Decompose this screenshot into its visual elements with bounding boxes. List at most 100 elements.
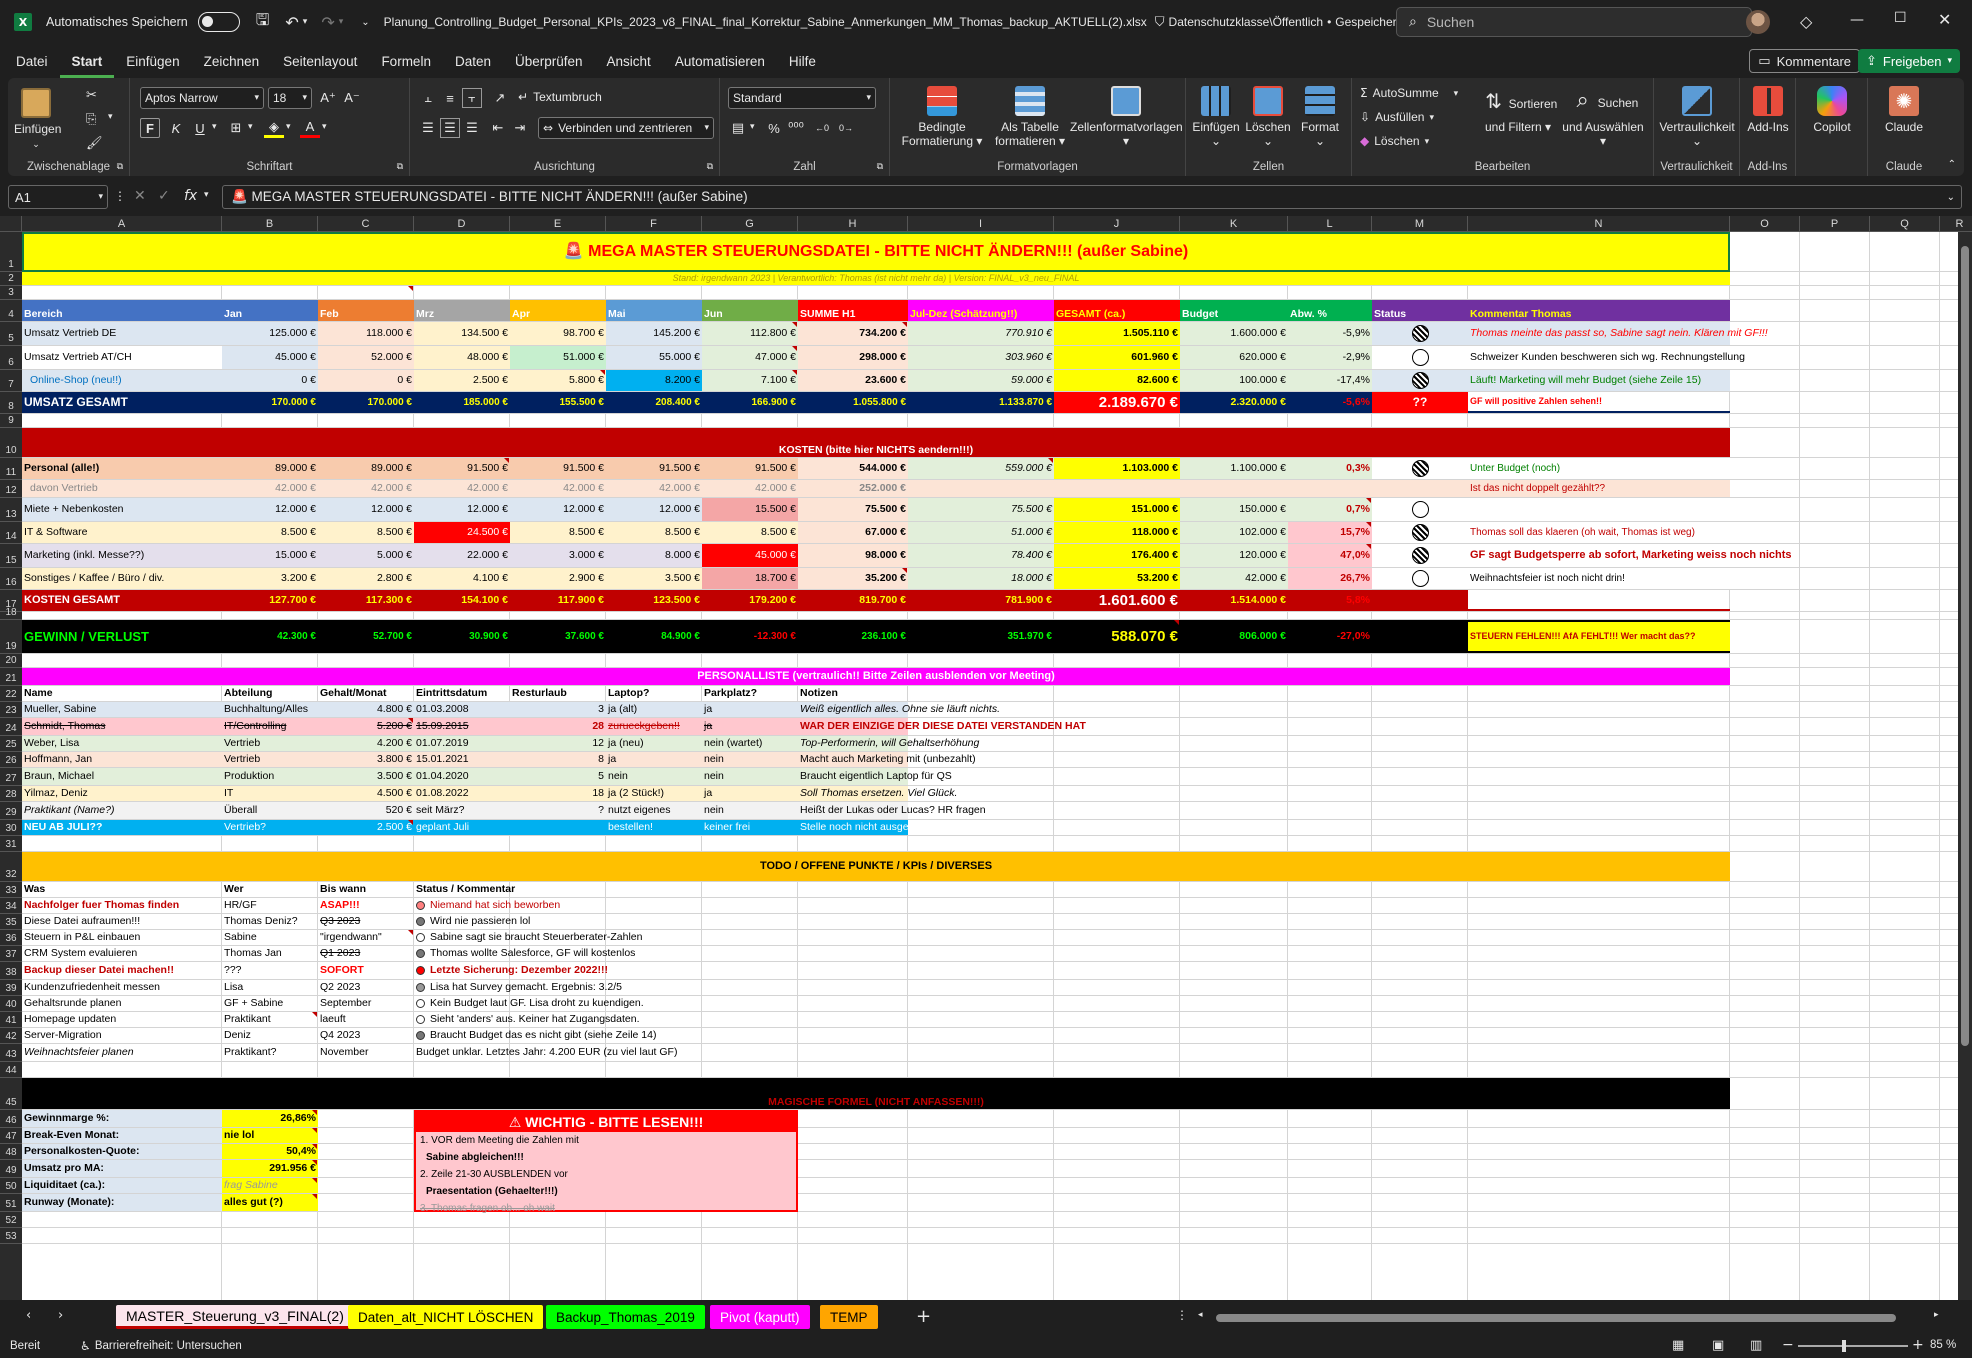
sheet-tab-backup-thomas[interactable]: Backup_Thomas_2019: [546, 1305, 705, 1329]
format-cells-button[interactable]: Format ⌄: [1294, 86, 1346, 148]
personal-cell[interactable]: nein (wartet): [702, 736, 798, 751]
sensitivity-button[interactable]: Vertraulichkeit ⌄: [1656, 86, 1738, 148]
borders-icon[interactable]: ⊞: [226, 118, 246, 138]
umsatz-total-comment[interactable]: GF will positive Zahlen sehen!!: [1468, 392, 1730, 413]
align-middle-icon[interactable]: ≡: [440, 88, 460, 108]
column-title[interactable]: Bereich: [22, 300, 222, 321]
personal-cell[interactable]: IT/Controlling: [222, 718, 318, 735]
saved-status[interactable]: Gespeichert: [1335, 15, 1400, 29]
dialog-launcher-icon[interactable]: ⧉: [117, 162, 123, 172]
month-value[interactable]: 8.500 €: [510, 522, 606, 543]
row-header[interactable]: 29: [0, 802, 22, 820]
scroll-left-icon[interactable]: ◂: [1198, 1310, 1203, 1320]
deviation-value[interactable]: 15,7%: [1288, 522, 1372, 543]
month-value[interactable]: 42.000 €: [414, 480, 510, 497]
row-header[interactable]: 6: [0, 346, 22, 370]
column-title[interactable]: Abw. %: [1288, 300, 1372, 321]
row-header[interactable]: 38: [0, 962, 22, 980]
total-value[interactable]: 118.000 €: [1054, 522, 1180, 543]
column-header[interactable]: J: [1054, 216, 1180, 232]
personal-cell[interactable]: ja: [702, 786, 798, 801]
gewinn-value[interactable]: 42.300 €: [222, 620, 318, 653]
personal-cell[interactable]: Heißt der Lukas oder Lucas? HR fragen: [798, 802, 986, 819]
column-title[interactable]: GESAMT (ca.): [1054, 300, 1180, 321]
month-value[interactable]: 0 €: [222, 370, 318, 391]
todo-deadline[interactable]: Q2 2023: [318, 980, 414, 995]
insert-function-icon[interactable]: fx: [184, 188, 197, 204]
comment-indicator[interactable]: [408, 286, 413, 291]
todo-owner[interactable]: GF + Sabine: [222, 996, 318, 1011]
copy-icon[interactable]: ⎘: [86, 112, 96, 127]
status-icon[interactable]: [1372, 544, 1468, 567]
underline-button[interactable]: U: [190, 118, 210, 138]
row-label[interactable]: Sonstiges / Kaffee / Büro / div.: [22, 568, 222, 589]
month-value[interactable]: 112.800 €: [702, 322, 798, 345]
menu-automatisieren[interactable]: Automatisieren: [663, 44, 777, 78]
align-top-icon[interactable]: ⫠: [418, 88, 438, 108]
dialog-launcher-icon[interactable]: ⧉: [397, 162, 403, 172]
personal-cell[interactable]: 4.200 €: [318, 736, 414, 751]
comment-cell[interactable]: Thomas soll das klaeren (oh wait, Thomas…: [1468, 522, 1730, 543]
month-value[interactable]: 45.000 €: [702, 544, 798, 567]
comment-indicator[interactable]: [792, 370, 797, 375]
kosten-total-comment[interactable]: [1468, 590, 1730, 611]
personal-column-title[interactable]: Eintrittsdatum: [414, 686, 510, 701]
month-value[interactable]: 125.000 €: [222, 322, 318, 345]
month-value[interactable]: 2.500 €: [414, 370, 510, 391]
kpi-label[interactable]: Liquiditaet (ca.):: [22, 1178, 222, 1193]
gewinn-comment[interactable]: STEUERN FEHLEN!!! AfA FEHLT!!! Wer macht…: [1468, 620, 1730, 653]
redo-icon[interactable]: ↷: [321, 13, 334, 32]
column-title[interactable]: Kommentar Thomas: [1468, 300, 1730, 321]
next-sheet-icon[interactable]: ›: [58, 1308, 63, 1323]
todo-deadline[interactable]: "irgendwann": [318, 930, 414, 945]
personal-cell[interactable]: Mueller, Sabine: [22, 702, 222, 717]
align-right-icon[interactable]: ☰: [462, 118, 482, 138]
personal-cell[interactable]: ja: [702, 702, 798, 717]
merge-center-button[interactable]: ⇔ Verbinden und zentrieren ▾: [538, 117, 714, 139]
cells-area[interactable]: 🚨 MEGA MASTER STEUERUNGSDATEI - BITTE NI…: [22, 232, 1972, 1300]
todo-status[interactable]: Sieht 'anders' aus. Keiner hat Zugangsda…: [414, 1012, 798, 1027]
menu-ueberpruefen[interactable]: Überprüfen: [503, 44, 595, 78]
umsatz-total-value[interactable]: 208.400 €: [606, 392, 702, 413]
todo-column-title[interactable]: Wer: [222, 882, 318, 897]
todo-status[interactable]: Wird nie passieren lol: [414, 914, 798, 929]
month-value[interactable]: 12.000 €: [414, 498, 510, 521]
month-value[interactable]: 5.800 €: [510, 370, 606, 391]
currency-dropdown-icon[interactable]: ▾: [750, 122, 755, 132]
month-value[interactable]: 89.000 €: [222, 458, 318, 479]
column-header[interactable]: G: [702, 216, 798, 232]
comment-indicator[interactable]: [792, 346, 797, 351]
italic-button[interactable]: K: [166, 118, 186, 138]
addins-button[interactable]: Add-Ins: [1742, 86, 1794, 134]
todo-task[interactable]: Backup dieser Datei machen!!: [22, 962, 222, 979]
increase-decimal-icon[interactable]: ←0: [812, 118, 832, 138]
todo-deadline[interactable]: Q1 2023: [318, 946, 414, 961]
fill-color-icon[interactable]: ◈: [264, 118, 284, 138]
row-header[interactable]: 21: [0, 668, 22, 686]
personal-cell[interactable]: Vertrieb: [222, 752, 318, 767]
personal-cell[interactable]: keiner frei: [702, 820, 798, 835]
kpi-label[interactable]: Umsatz pro MA:: [22, 1160, 222, 1177]
indent-increase-icon[interactable]: ⇥: [510, 118, 530, 138]
month-value[interactable]: 42.000 €: [510, 480, 606, 497]
month-value[interactable]: 51.000 €: [510, 346, 606, 369]
column-title[interactable]: Jan: [222, 300, 318, 321]
menu-seitenlayout[interactable]: Seitenlayout: [271, 44, 369, 78]
clear-button[interactable]: ◆ Löschen ▾: [1360, 134, 1429, 148]
month-value[interactable]: 3.000 €: [510, 544, 606, 567]
month-value[interactable]: 8.500 €: [702, 522, 798, 543]
align-center-icon[interactable]: ☰: [440, 118, 460, 138]
column-header[interactable]: D: [414, 216, 510, 232]
todo-title[interactable]: TODO / OFFENE PUNKTE / KPIs / DIVERSES: [22, 852, 1730, 881]
undo-dropdown-icon[interactable]: ▾: [303, 17, 308, 27]
h1-sum[interactable]: 544.000 €: [798, 458, 908, 479]
row-header[interactable]: 28: [0, 786, 22, 802]
column-header[interactable]: O: [1730, 216, 1800, 232]
row-header[interactable]: 1: [0, 232, 22, 272]
personal-cell[interactable]: 12: [510, 736, 606, 751]
row-header[interactable]: 31: [0, 836, 22, 852]
row-header[interactable]: 15: [0, 544, 22, 568]
todo-deadline[interactable]: Q4 2023: [318, 1028, 414, 1043]
kpi-value[interactable]: frag Sabine: [222, 1178, 318, 1193]
month-value[interactable]: 2.900 €: [510, 568, 606, 589]
